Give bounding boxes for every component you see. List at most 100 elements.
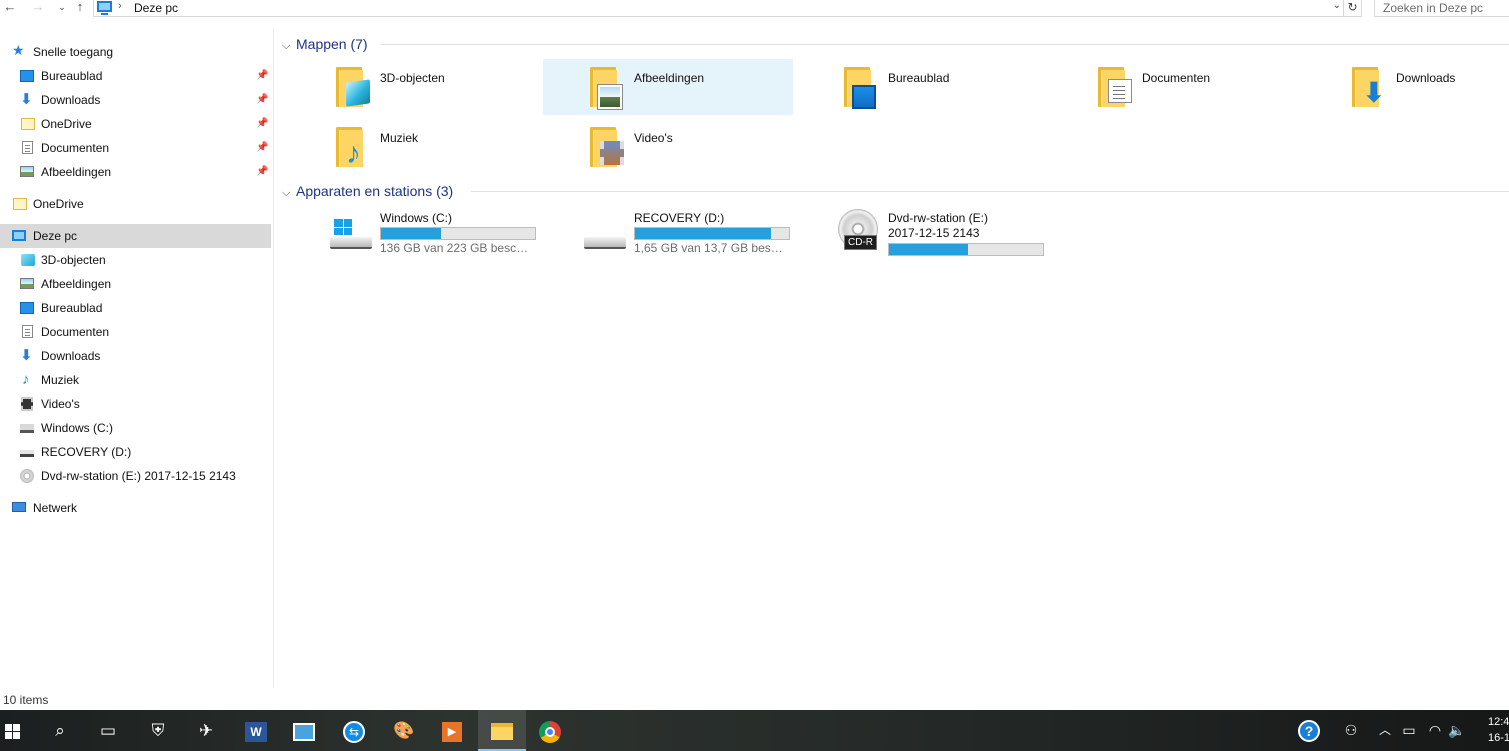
sidebar-item-label: Dvd-rw-station (E:) 2017-12-15 2143 bbox=[41, 469, 236, 483]
sidebar-item-label: Deze pc bbox=[33, 229, 78, 243]
group-divider bbox=[381, 44, 1509, 45]
pin-icon[interactable]: 📌 bbox=[256, 64, 268, 88]
sidebar-item-downloads[interactable]: ⬇ Downloads 📌 bbox=[0, 88, 271, 112]
taskbar-app-security[interactable]: ⛨ bbox=[134, 710, 182, 751]
folder-name: Bureaublad bbox=[888, 71, 950, 85]
wifi-tray-button[interactable]: ◠ bbox=[1424, 710, 1446, 751]
folder-name: Video's bbox=[634, 131, 673, 145]
windows-logo-icon bbox=[5, 724, 20, 740]
sidebar-item-label: Documenten bbox=[41, 325, 110, 339]
drive-tile-recovery-d[interactable]: RECOVERY (D:) 1,65 GB van 13,7 GB beschi… bbox=[530, 211, 790, 271]
search-box[interactable] bbox=[1374, 0, 1509, 17]
folder-name: Documenten bbox=[1142, 71, 1211, 85]
hard-drive-icon bbox=[584, 219, 626, 249]
folder-icon bbox=[590, 127, 624, 167]
pin-icon[interactable]: 📌 bbox=[256, 136, 268, 160]
taskbar-app-teamviewer[interactable]: ⇆ bbox=[330, 710, 378, 751]
taskbar-app-explorer[interactable] bbox=[478, 710, 526, 751]
file-explorer-icon bbox=[491, 723, 513, 741]
back-button[interactable]: ← bbox=[2, 0, 18, 16]
sidebar-item-dvd-e[interactable]: Dvd-rw-station (E:) 2017-12-15 2143 bbox=[0, 464, 271, 488]
sidebar-item-bureaublad[interactable]: Bureaublad bbox=[0, 296, 271, 320]
pin-icon[interactable]: 📌 bbox=[256, 160, 268, 184]
folder-tile-videos[interactable]: Video's bbox=[543, 119, 793, 175]
volume-tray-button[interactable]: 🔈 bbox=[1446, 710, 1468, 751]
folder-tile-afbeeldingen[interactable]: Afbeeldingen bbox=[543, 59, 793, 115]
up-button[interactable]: ↑ bbox=[72, 0, 88, 16]
sidebar-item-label: Windows (C:) bbox=[41, 421, 114, 435]
group-header-folders[interactable]: ⌵ Mappen (7) bbox=[282, 33, 368, 55]
taskbar-app-satellite[interactable]: ✈ bbox=[182, 710, 230, 751]
folder-tile-documenten[interactable]: Documenten bbox=[1051, 59, 1301, 115]
sidebar-item-onedrive[interactable]: OneDrive bbox=[0, 192, 271, 216]
drive-tile-windows-c[interactable]: Windows (C:) 136 GB van 223 GB beschikba… bbox=[276, 211, 536, 271]
sidebar-item-documenten[interactable]: Documenten 📌 bbox=[0, 136, 271, 160]
taskbar-app-contacts[interactable] bbox=[280, 710, 328, 751]
start-button[interactable] bbox=[0, 710, 25, 751]
chevron-down-icon[interactable]: ⌵ bbox=[282, 35, 296, 57]
sidebar-item-3d-objecten[interactable]: 3D-objecten bbox=[0, 248, 271, 272]
network-icon bbox=[12, 502, 26, 512]
drive-tile-dvd-e[interactable]: CD-R Dvd-rw-station (E:) 2017-12-15 2143 bbox=[784, 209, 1044, 271]
taskbar-app-chrome[interactable] bbox=[526, 710, 574, 751]
battery-tray-button[interactable]: ▭ bbox=[1398, 710, 1420, 751]
sidebar-item-quick-access[interactable]: ★ Snelle toegang bbox=[0, 40, 271, 64]
people-tray-button[interactable]: ⚇ bbox=[1338, 710, 1364, 751]
pin-icon[interactable]: 📌 bbox=[256, 112, 268, 136]
address-bar: ← → ⌄ ↑ › Deze pc ⌄ ↻ bbox=[0, 0, 1509, 18]
taskbar-app-word[interactable]: W bbox=[232, 710, 280, 751]
refresh-button[interactable]: ↻ bbox=[1344, 0, 1362, 17]
folder-tile-muziek[interactable]: ♪ Muziek bbox=[289, 119, 539, 175]
folder-tile-downloads[interactable]: ⬇ Downloads bbox=[1305, 59, 1509, 115]
taskbar-app-paint[interactable]: 🎨 bbox=[380, 710, 428, 751]
cube-icon bbox=[346, 79, 370, 107]
folder-tile-bureaublad[interactable]: Bureaublad bbox=[797, 59, 1047, 115]
sidebar-item-recovery-d[interactable]: RECOVERY (D:) bbox=[0, 440, 271, 464]
windows-drive-icon bbox=[20, 424, 34, 433]
forward-button[interactable]: → bbox=[30, 0, 46, 16]
task-view-icon: ▭ bbox=[99, 721, 117, 740]
search-button[interactable]: ⌕ bbox=[36, 710, 84, 751]
sidebar-item-onedrive-quick[interactable]: OneDrive 📌 bbox=[0, 112, 271, 136]
show-hidden-icons-button[interactable]: ︿ bbox=[1374, 710, 1396, 751]
sidebar-item-label: Netwerk bbox=[33, 501, 78, 515]
sidebar-item-netwerk[interactable]: Netwerk bbox=[0, 496, 271, 520]
folder-icon bbox=[336, 67, 370, 107]
help-tray-button[interactable]: ? bbox=[1294, 710, 1324, 751]
sidebar-item-windows-c[interactable]: Windows (C:) bbox=[0, 416, 271, 440]
clock-time: 12:4 bbox=[1488, 716, 1509, 728]
sidebar-item-documenten[interactable]: Documenten bbox=[0, 320, 271, 344]
recent-locations-button[interactable]: ⌄ bbox=[54, 0, 70, 16]
sidebar-item-videos[interactable]: Video's bbox=[0, 392, 271, 416]
sidebar-item-afbeeldingen[interactable]: Afbeeldingen bbox=[0, 272, 271, 296]
folder-icon bbox=[1098, 67, 1132, 107]
cd-r-badge: CD-R bbox=[844, 235, 877, 250]
media-player-icon: ▶ bbox=[442, 721, 462, 742]
clock[interactable]: 12:4 16-12- bbox=[1488, 714, 1509, 746]
document-icon bbox=[22, 141, 33, 154]
sidebar-item-bureaublad[interactable]: Bureaublad 📌 bbox=[0, 64, 271, 88]
chevron-down-icon[interactable]: ⌵ bbox=[282, 182, 296, 204]
sidebar-item-deze-pc[interactable]: Deze pc bbox=[0, 224, 271, 248]
pin-icon[interactable]: 📌 bbox=[256, 88, 268, 112]
sidebar-item-muziek[interactable]: ♪ Muziek bbox=[0, 368, 271, 392]
chevron-down-icon[interactable]: ⌄ bbox=[1333, 0, 1341, 11]
address-field[interactable]: › Deze pc ⌄ bbox=[93, 0, 1344, 17]
task-view-button[interactable]: ▭ bbox=[84, 710, 132, 751]
group-header-devices[interactable]: ⌵ Apparaten en stations (3) bbox=[282, 180, 453, 202]
download-arrow-icon: ⬇ bbox=[20, 91, 33, 108]
film-icon bbox=[600, 141, 624, 165]
sidebar-item-downloads[interactable]: ⬇ Downloads bbox=[0, 344, 271, 368]
drive-name: RECOVERY (D:) bbox=[634, 211, 725, 225]
drive-name: Dvd-rw-station (E:) bbox=[888, 211, 989, 225]
breadcrumb-chevron-icon[interactable]: › bbox=[118, 0, 122, 12]
sidebar-item-afbeeldingen[interactable]: Afbeeldingen 📌 bbox=[0, 160, 271, 184]
music-note-icon: ♪ bbox=[22, 371, 30, 388]
breadcrumb-current[interactable]: Deze pc bbox=[134, 1, 178, 15]
taskbar-app-media[interactable]: ▶ bbox=[428, 710, 476, 751]
search-input[interactable] bbox=[1375, 0, 1509, 15]
sidebar-item-label: OneDrive bbox=[33, 197, 84, 211]
folder-icon bbox=[844, 67, 878, 109]
disc-label: 2017-12-15 2143 bbox=[888, 226, 980, 240]
folder-tile-3d-objecten[interactable]: 3D-objecten bbox=[289, 59, 539, 115]
